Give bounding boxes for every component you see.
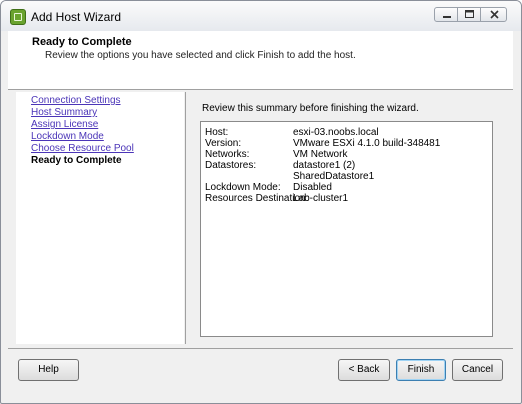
- wizard-header: Ready to Complete Review the options you…: [8, 31, 513, 90]
- nav-step-choose-resource-pool[interactable]: Choose Resource Pool: [31, 143, 134, 154]
- step-title: Ready to Complete: [32, 36, 132, 48]
- summary-value: Lab-cluster1: [293, 193, 349, 204]
- summary-value: VMware ESXi 4.1.0 build-348481: [293, 138, 441, 149]
- add-host-wizard-window: Add Host Wizard Ready to Complete Review…: [0, 0, 522, 404]
- minimize-button[interactable]: [434, 7, 458, 22]
- nav-step-host-summary[interactable]: Host Summary: [31, 107, 97, 118]
- summary-key: Lockdown Mode:: [205, 182, 281, 193]
- close-icon: [490, 10, 499, 19]
- summary-key: Resources Destination:: [205, 193, 309, 204]
- title-bar[interactable]: Add Host Wizard: [1, 1, 521, 31]
- step-description: Review the options you have selected and…: [45, 50, 356, 61]
- nav-step-lockdown-mode[interactable]: Lockdown Mode: [31, 131, 104, 142]
- review-instruction: Review this summary before finishing the…: [202, 103, 419, 114]
- vsphere-app-icon: [10, 9, 26, 25]
- summary-value: esxi-03.noobs.local: [293, 127, 379, 138]
- footer-separator: [8, 348, 513, 349]
- maximize-button[interactable]: [457, 7, 481, 22]
- wizard-steps-nav: Connection Settings Host Summary Assign …: [16, 92, 184, 344]
- window-title: Add Host Wizard: [31, 10, 122, 24]
- nav-step-connection-settings[interactable]: Connection Settings: [31, 95, 121, 106]
- summary-key: Datastores:: [205, 160, 257, 171]
- help-button[interactable]: Help: [18, 359, 79, 381]
- summary-value: SharedDatastore1: [293, 171, 375, 182]
- back-button[interactable]: < Back: [338, 359, 390, 381]
- panel-divider: [185, 92, 186, 344]
- minimize-icon: [443, 16, 451, 18]
- summary-value: Disabled: [293, 182, 332, 193]
- finish-button[interactable]: Finish: [396, 359, 446, 381]
- maximize-icon: [465, 10, 474, 18]
- summary-box: Host: esxi-03.noobs.local Version: VMwar…: [200, 121, 493, 337]
- summary-value: datastore1 (2): [293, 160, 356, 171]
- summary-key: Version:: [205, 138, 242, 149]
- summary-panel: Review this summary before finishing the…: [187, 92, 507, 344]
- summary-value: VM Network: [293, 149, 348, 160]
- nav-step-ready-to-complete: Ready to Complete: [31, 155, 122, 166]
- cancel-button[interactable]: Cancel: [452, 359, 503, 381]
- wizard-body: Connection Settings Host Summary Assign …: [8, 90, 513, 348]
- nav-step-assign-license[interactable]: Assign License: [31, 119, 98, 130]
- summary-key: Host:: [205, 127, 229, 138]
- summary-key: Networks:: [205, 149, 250, 160]
- close-button[interactable]: [480, 7, 507, 22]
